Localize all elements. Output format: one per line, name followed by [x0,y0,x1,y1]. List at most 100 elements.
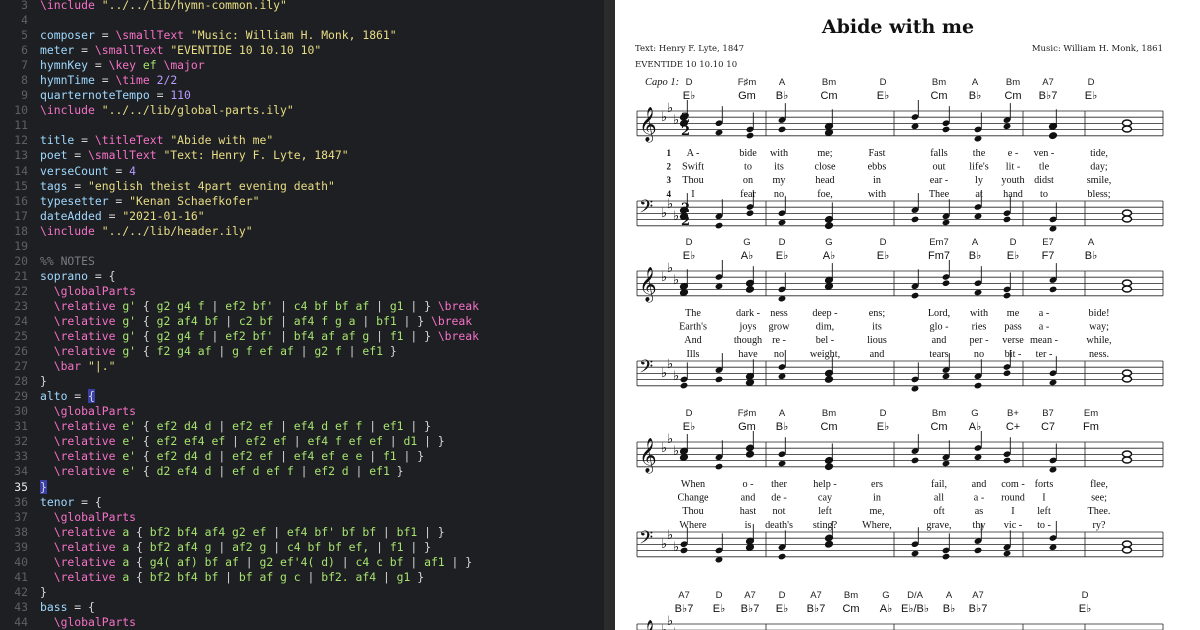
code-line[interactable]: 6 meter = \smallText "EVENTIDE 10 10.10 1… [0,43,604,58]
code-line[interactable]: 41 \relative a { bf2 bf4 bf | bf af g c … [0,570,604,585]
code-line[interactable]: 23 \relative g' { g2 g4 f | ef2 bf' | c4… [0,299,604,314]
chord-name-concert: Cm [930,90,947,102]
code-token: = [67,178,89,193]
line-number: 40 [14,554,28,569]
code-editor-pane[interactable]: 3 \include "../../lib/hymn-common.ily" 4 5 c… [0,0,604,630]
treble-clef-icon: 𝄞 [639,620,657,630]
code-token: af2 g [232,539,267,554]
code-line[interactable]: 12 title = \titleText "Abide with me" [0,133,604,148]
chord-name-concert: E♭ [1079,603,1092,615]
chord-name-capo: G [743,237,750,248]
lyric-syllable: me, [870,506,885,517]
code-token: g' [122,344,137,359]
lyric-syllable: flee, [1090,479,1108,490]
code-line[interactable]: 13 poet = \smallText "Text: Henry F. Lyte… [0,148,604,163]
code-token: | } [444,554,473,569]
code-line[interactable]: 29 alto = { [0,389,604,404]
notehead [911,216,919,223]
code-line[interactable]: 5 composer = \smallText "Music: William H… [0,28,604,43]
code-line[interactable]: 26 \relative g' { f2 g4 af | g f ef af |… [0,344,604,359]
lyric-syllable: per - [970,335,990,346]
code-line[interactable]: 34 \relative e' { d2 ef4 d | ef d ef f |… [0,464,604,479]
lyric-syllable: deep - [812,308,838,319]
code-line[interactable]: 18 \include "../../lib/header.ily" [0,224,604,239]
code-token: ef2 ef [245,434,287,449]
code-line[interactable]: 31 \relative e' { ef2 d4 d | ef2 ef | ef… [0,419,604,434]
code-token: typesetter [40,193,109,208]
notehead [824,222,834,230]
lyric-syllable: com - [1001,479,1025,490]
code-line[interactable]: 39 \relative a { bf2 af4 g | af2 g | c4 … [0,540,604,555]
lyric-syllable: while, [1086,335,1111,346]
code-line[interactable]: 24 \relative g' { g2 af4 bf | c2 bf | af… [0,314,604,329]
lyric-syllable: dark - [736,308,761,319]
code-line[interactable]: 35} [0,479,604,495]
code-token: | [218,313,239,328]
code-line[interactable]: 40 \relative a { g4( af) bf af | g2 ef'4… [0,555,604,570]
notehead [680,382,688,389]
system-4: A7 D A7 D A7 Bm G D/A A A7 D B♭7 E♭ B♭7 E♭ B♭7 Cm A♭ E♭/B♭… [636,590,1164,630]
whole-note [1121,215,1133,223]
code-line[interactable]: 22 \globalParts [0,284,604,299]
code-token: \relative [53,554,116,569]
score-preview-pane[interactable]: Abide with me Text: Henry F. Lyte, 1847 … [615,0,1200,630]
code-line[interactable]: 15 tags = "english theist 4part evening d… [0,179,604,194]
code-line[interactable]: 33 \relative e' { ef2 d4 d | ef2 ef | ef… [0,449,604,464]
code-line[interactable]: 10 \include "../../lib/global-parts.ily" [0,103,604,118]
code-line[interactable]: 21 soprano = { [0,269,604,284]
code-line[interactable]: 8 hymnTime = \time 2/2 [0,73,604,88]
chord-name-capo: D [779,590,786,601]
chord-name-concert: B♭7 [807,603,826,615]
code-line[interactable]: 36 tenor = { [0,495,604,510]
code-line[interactable]: 19 [0,239,604,254]
code-line[interactable]: 4 [0,13,604,28]
code-line[interactable]: 30 \globalParts [0,404,604,419]
pane-divider[interactable] [604,0,615,630]
code-line[interactable]: 16 typesetter = "Kenan Schaefkofer" [0,194,604,209]
code-line[interactable]: 20 %% NOTES [0,254,604,269]
code-line[interactable]: 9 quarternoteTempo = 110 [0,88,604,103]
lyric-syllable: sting? [813,520,838,531]
code-line[interactable]: 25 \relative g' { g2 g4 f | ef2 bf' | bf… [0,329,604,344]
chord-name-concert: B♭ [943,603,956,615]
code-line[interactable]: 28} [0,374,604,389]
code-line[interactable]: 43 bass = { [0,600,604,615]
code-line[interactable]: 3 \include "../../lib/hymn-common.ily" [0,0,604,13]
line-number: 15 [14,178,28,193]
code-line[interactable]: 37 \globalParts [0,510,604,525]
lyric-syllable: e - [1008,148,1019,159]
notehead [680,547,688,554]
code-token: af4 f g a [293,313,356,328]
code-token: "../../lib/hymn-common.ily" [101,0,287,12]
lyric-syllable: to [1040,189,1048,200]
code-lines[interactable]: 3 \include "../../lib/hymn-common.ily" 4 5 c… [0,0,604,630]
code-token: } [40,479,47,494]
code-line[interactable]: 38 \relative a { bf2 bf4 af4 g2 ef | ef4… [0,525,604,540]
code-line[interactable]: 32 \relative e' { ef2 ef4 ef | ef2 ef | … [0,434,604,449]
code-token: \globalParts [53,283,137,298]
code-token: | } [396,313,431,328]
line-number: 34 [14,464,28,479]
code-token: { [88,389,95,404]
code-token: bf2. af4 [321,569,377,584]
whole-note [1121,209,1133,217]
code-token: \break [430,313,473,328]
line-number: 12 [14,133,28,148]
code-line[interactable]: 44 \globalParts [0,615,604,630]
chord-name-capo: Em [1084,408,1098,419]
code-line[interactable]: 11 [0,118,604,133]
code-token: | [369,539,390,554]
code-line[interactable]: 42} [0,585,604,600]
lyric-syllable: glo - [930,322,950,333]
code-line[interactable]: 17 dateAdded = "2021-01-16" [0,209,604,224]
lyric-syllable: oft [933,506,944,517]
code-line[interactable]: 14 verseCount = 4 [0,164,604,179]
code-line[interactable]: 27 \bar "|." [0,359,604,374]
chord-name-capo: Bm [1006,77,1020,88]
code-line[interactable]: 7 hymnKey = \key ef \major [0,58,604,73]
flat-icon: ♭ [673,113,679,128]
